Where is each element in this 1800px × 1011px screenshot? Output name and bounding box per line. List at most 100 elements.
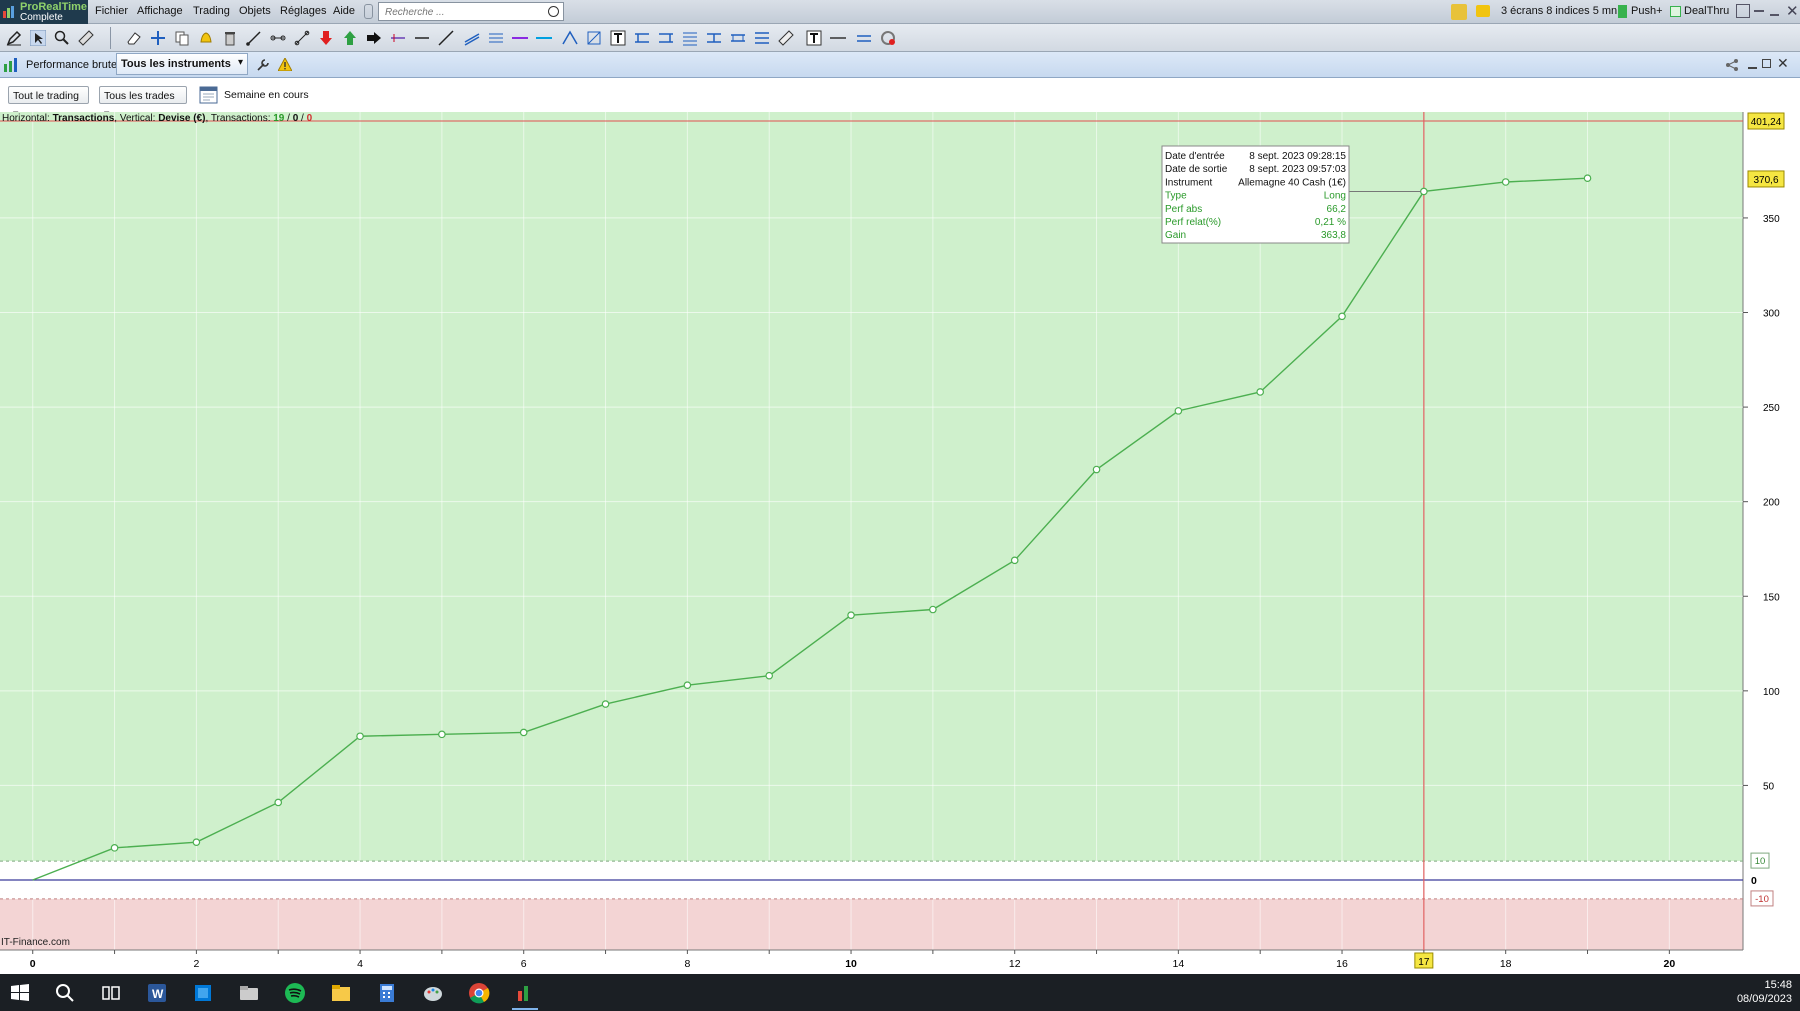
right-arrow-icon[interactable]	[366, 30, 382, 46]
trade-point[interactable]	[765, 671, 774, 680]
eraser-icon[interactable]	[126, 30, 142, 46]
label-icon[interactable]	[806, 30, 822, 46]
line-icon[interactable]	[414, 30, 430, 46]
down-arrow-icon[interactable]	[318, 30, 334, 46]
mic-icon[interactable]	[364, 4, 373, 19]
panel-maximize-icon[interactable]	[1762, 59, 1771, 68]
trade-point[interactable]	[1338, 312, 1346, 321]
alert-bell-icon[interactable]	[198, 30, 214, 46]
settings-circle-icon[interactable]	[880, 30, 896, 46]
text-tool-icon[interactable]	[610, 30, 626, 46]
measure-icon[interactable]	[778, 30, 794, 46]
fibonacci-icon[interactable]	[488, 30, 504, 46]
trade-point[interactable]	[683, 681, 692, 689]
trade-point[interactable]	[110, 844, 119, 852]
projection-icon[interactable]	[754, 30, 770, 46]
trade-point[interactable]	[847, 611, 855, 619]
ruler-icon[interactable]	[78, 30, 94, 46]
pitchfork-icon[interactable]	[562, 30, 578, 46]
warning-icon[interactable]	[278, 58, 292, 71]
spotify-icon[interactable]	[284, 982, 306, 1004]
wrench-icon[interactable]	[256, 58, 270, 72]
trade-point[interactable]	[519, 728, 528, 737]
screens-indicator[interactable]: 3 écrans 8 indices 5 mn	[1501, 5, 1617, 17]
store-icon[interactable]	[192, 982, 214, 1004]
menu-fichier[interactable]: Fichier	[95, 5, 128, 17]
copy-icon[interactable]	[174, 30, 190, 46]
menu-aide[interactable]: Aide	[333, 5, 355, 17]
panel-close-icon[interactable]: ✕	[1777, 55, 1789, 72]
calendar-icon[interactable]	[199, 85, 218, 104]
search-icon[interactable]	[54, 982, 76, 1004]
move-icon[interactable]	[150, 30, 166, 46]
diagonal-line-icon[interactable]	[438, 30, 454, 46]
chrome-icon[interactable]	[468, 982, 490, 1004]
calculator-icon[interactable]	[376, 982, 398, 1004]
trading-filter-dropdown[interactable]: Tout le trading ▾	[8, 86, 89, 120]
up-arrow-icon[interactable]	[342, 30, 358, 46]
prorealtime-taskbar-icon[interactable]	[514, 982, 536, 1004]
levels-icon[interactable]	[682, 30, 698, 46]
paint-icon[interactable]	[422, 982, 444, 1004]
period-label[interactable]: Semaine en cours	[224, 89, 309, 101]
broker-icon[interactable]	[1451, 4, 1467, 20]
performance-chart[interactable]: 501001502002503003500 2 4 6 8 10 12 14 16 18 2017D…	[0, 112, 1800, 974]
file-folder-icon[interactable]	[238, 982, 260, 1004]
trade-point[interactable]	[356, 732, 364, 741]
menu-affichage[interactable]: Affichage	[137, 5, 183, 17]
date-range-icon[interactable]	[730, 30, 746, 46]
instruments-dropdown[interactable]: Tous les instruments ▾	[116, 53, 248, 75]
menu-objets[interactable]: Objets	[239, 5, 271, 17]
push-label[interactable]: Push+	[1631, 5, 1663, 17]
trade-point[interactable]	[1010, 556, 1019, 565]
dash-line-icon[interactable]	[830, 30, 846, 46]
pencil-icon[interactable]	[6, 30, 22, 46]
horizontal-line-icon[interactable]	[390, 30, 406, 46]
range-icon[interactable]	[634, 30, 650, 46]
ray-icon[interactable]	[246, 30, 262, 46]
minimize-icon[interactable]	[1770, 14, 1779, 16]
trade-point[interactable]	[1501, 178, 1510, 186]
search-box[interactable]	[378, 2, 564, 21]
trade-point[interactable]	[929, 605, 937, 614]
trade-point[interactable]	[192, 838, 201, 846]
trade-point[interactable]	[601, 700, 610, 708]
zoom-icon[interactable]	[54, 30, 70, 46]
search-icon[interactable]	[548, 6, 559, 17]
channel-icon[interactable]	[464, 30, 480, 46]
menu-reglages[interactable]: Réglages	[280, 5, 326, 17]
windows-start-icon[interactable]	[9, 982, 31, 1004]
trades-filter-dropdown[interactable]: Tous les trades ▾	[99, 86, 187, 120]
range2-icon[interactable]	[658, 30, 674, 46]
explorer-icon[interactable]	[330, 982, 352, 1004]
purple-line-icon[interactable]	[512, 30, 528, 46]
trade-point[interactable]	[438, 730, 446, 739]
segment-icon[interactable]	[270, 30, 286, 46]
trash-icon[interactable]	[222, 30, 238, 46]
trade-point[interactable]	[1420, 187, 1428, 196]
trade-point[interactable]	[1256, 388, 1264, 396]
menu-trading[interactable]: Trading	[193, 5, 230, 17]
price-range-icon[interactable]	[706, 30, 722, 46]
panel-minimize-icon[interactable]	[1748, 67, 1757, 69]
cyan-line-icon[interactable]	[536, 30, 552, 46]
dealthru-checkbox[interactable]	[1670, 6, 1681, 17]
share-icon[interactable]	[1725, 58, 1739, 72]
trade-point[interactable]	[1092, 465, 1101, 474]
task-view-icon[interactable]	[100, 982, 122, 1004]
gann-icon[interactable]	[586, 30, 602, 46]
message-icon[interactable]	[1476, 5, 1490, 17]
pointer-icon[interactable]	[30, 30, 46, 46]
system-clock[interactable]: 15:48 08/09/2023	[1737, 978, 1792, 1006]
trendline-icon[interactable]	[294, 30, 310, 46]
close-icon[interactable]: ✕	[1786, 2, 1799, 20]
order-line-icon[interactable]	[856, 30, 872, 46]
trade-point[interactable]	[1583, 174, 1592, 183]
trade-point[interactable]	[274, 798, 283, 807]
trade-point[interactable]	[1174, 407, 1183, 415]
window-icon[interactable]	[1736, 4, 1750, 18]
word-icon[interactable]: W	[146, 982, 168, 1004]
dealthru-label[interactable]: DealThru	[1684, 5, 1729, 17]
pin-icon[interactable]	[1754, 10, 1764, 12]
search-input[interactable]	[383, 4, 547, 21]
